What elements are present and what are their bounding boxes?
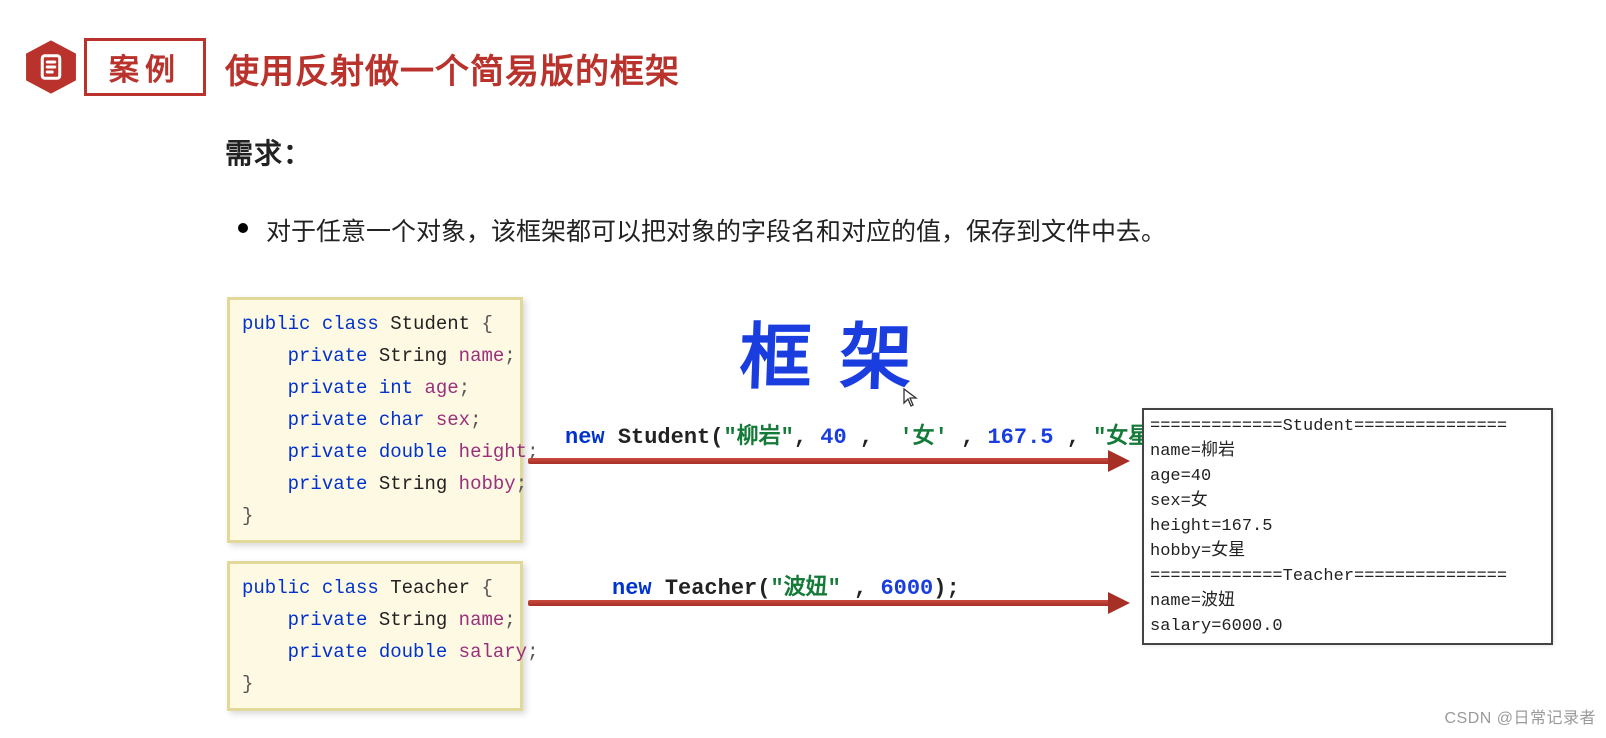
cursor-icon [903,388,919,413]
kw-class: class [322,577,379,599]
semi: ; [516,473,527,495]
class-name: Teacher [390,577,470,599]
requirement-label: 需求： [225,132,312,172]
kw-private: private [288,409,368,431]
output-line: name=柳岩 [1150,442,1235,461]
brace: } [242,505,253,527]
brace: } [242,673,253,695]
example-badge: 案例 [22,38,206,96]
teacher-code-panel: public class Teacher { private String na… [227,561,523,711]
type-string: String [379,345,447,367]
field-age: age [424,377,458,399]
output-line: age=40 [1150,467,1211,486]
field-height: height [459,441,527,463]
brace: { [481,577,492,599]
brace: { [481,313,492,335]
type-double: double [379,441,447,463]
kw-private: private [288,345,368,367]
field-hobby: hobby [459,473,516,495]
bullet-dot-icon [238,223,248,233]
field-name: name [459,345,505,367]
field-salary: salary [459,641,527,663]
type-string: String [379,473,447,495]
requirement-bullet: 对于任意一个对象，该框架都可以把对象的字段名和对应的值，保存到文件中去。 [238,212,1166,248]
field-name: name [459,609,505,631]
kw-private: private [288,641,368,663]
student-code-panel: public class Student { private String na… [227,297,523,543]
student-constructor-call: new Student("柳岩", 40 , '女' , 167.5 , "女星… [565,418,1203,450]
field-sex: sex [436,409,470,431]
requirement-text: 对于任意一个对象，该框架都可以把对象的字段名和对应的值，保存到文件中去。 [266,212,1166,248]
kw-public: public [242,313,310,335]
type-double: double [379,641,447,663]
output-file-panel: =============Student=============== name… [1142,408,1553,645]
hexagon-icon [22,38,80,96]
output-line: sex=女 [1150,492,1208,511]
kw-private: private [288,441,368,463]
watermark: CSDN @日常记录者 [1444,704,1596,728]
output-line: hobby=女星 [1150,542,1245,561]
semi: ; [459,377,470,399]
output-line: name=波妞 [1150,592,1235,611]
output-line: height=167.5 [1150,517,1272,536]
badge-label: 案例 [84,38,206,96]
kw-public: public [242,577,310,599]
type-string: String [379,609,447,631]
teacher-constructor-call: new Teacher("波妞" , 6000); [612,569,960,601]
semi: ; [470,409,481,431]
page-title: 使用反射做一个简易版的框架 [225,44,680,93]
kw-class: class [322,313,379,335]
kw-private: private [288,377,368,399]
kw-private: private [288,473,368,495]
semi: ; [504,609,515,631]
semi: ; [527,641,538,663]
kw-private: private [288,609,368,631]
type-int: int [379,377,413,399]
document-icon [22,38,80,96]
semi: ; [504,345,515,367]
output-line: =============Student=============== [1150,417,1507,436]
output-line: salary=6000.0 [1150,617,1283,636]
output-line: =============Teacher=============== [1150,567,1507,586]
type-char: char [379,409,425,431]
class-name: Student [390,313,470,335]
